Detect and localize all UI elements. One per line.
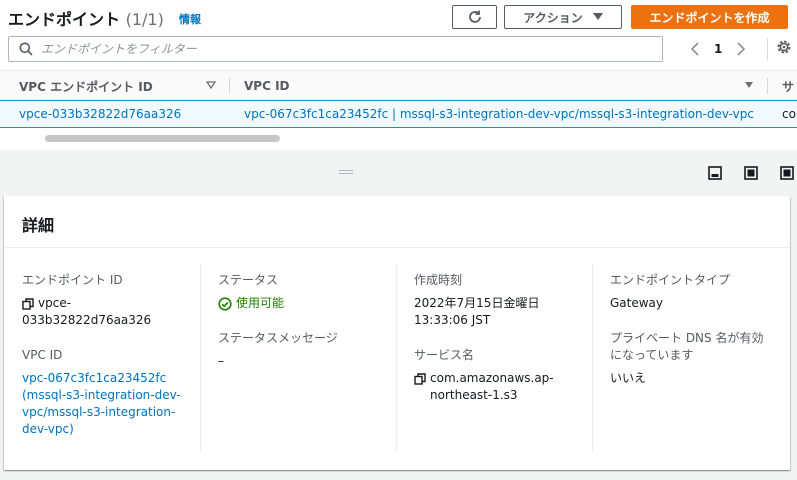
check-circle-icon [218, 296, 232, 311]
details-title: 詳細 [22, 216, 55, 235]
column-divider[interactable] [767, 78, 768, 94]
cell-endpoint-id[interactable]: vpce-033b32822d76aa326 [19, 101, 181, 127]
details-column-3: 作成時刻 2022年7月15日金曜日 13:33:06 JST サービス名 co… [414, 272, 589, 477]
created-time: 13:33:06 JST [414, 313, 491, 327]
selection-count: (1/1) [125, 10, 164, 29]
page-title-text: エンドポイント [8, 10, 121, 29]
vpc-id-line[interactable]: (mssql-s3-integration-dev- [22, 387, 197, 404]
panel-side-icon[interactable] [744, 166, 758, 180]
details-panel: 詳細 エンドポイント ID vpce- 033b32822d76aa326 VP… [4, 196, 790, 470]
cell-service: con [782, 107, 797, 121]
chevron-left-icon[interactable] [690, 42, 700, 56]
endpoint-type-label: エンドポイントタイプ [610, 273, 731, 287]
caret-down-icon [592, 13, 603, 20]
status-label: ステータス [218, 273, 279, 287]
column-header-service[interactable]: サ [782, 71, 794, 101]
private-dns-label-line: になっています [610, 348, 694, 362]
private-dns-label: プライベート DNS 名が有効 になっています [610, 330, 785, 364]
column-divider [592, 264, 593, 452]
sort-caret-icon[interactable] [744, 80, 754, 90]
service-name-label: サービス名 [414, 348, 475, 362]
endpoint-type-value: Gateway [610, 296, 664, 310]
details-header: 詳細 [4, 196, 790, 248]
service-name-line: northeast-1.s3 [430, 388, 518, 402]
created-value: 2022年7月15日金曜日 13:33:06 JST [414, 295, 589, 329]
status-message-label: ステータスメッセージ [218, 331, 338, 345]
private-dns-value: いいえ [610, 371, 647, 385]
column-header-endpoint-id[interactable]: VPC エンドポイント ID [19, 71, 153, 101]
actions-label: アクション [523, 10, 583, 25]
created-label: 作成時刻 [414, 273, 463, 287]
gear-icon[interactable] [775, 38, 793, 56]
panel-full-icon[interactable] [780, 166, 794, 180]
copy-icon[interactable] [22, 298, 34, 310]
endpoints-list-panel: エンドポイント (1/1) 情報 アクション エンドポイントを作成 1 [0, 0, 797, 150]
status-value: 使用可能 [236, 296, 285, 310]
vpc-id-line[interactable]: vpc-067c3fc1ca23452fc [22, 370, 197, 387]
private-dns-label-line: プライベート DNS 名が有効 [610, 331, 764, 345]
column-divider [200, 264, 201, 452]
endpoint-id-label: エンドポイント ID [22, 273, 123, 287]
create-endpoint-button[interactable]: エンドポイントを作成 [631, 5, 788, 29]
sort-caret-icon[interactable] [206, 80, 216, 90]
page-title: エンドポイント (1/1) [8, 6, 164, 30]
column-header-vpc-id[interactable]: VPC ID [244, 71, 290, 101]
refresh-button[interactable] [452, 5, 497, 29]
created-date: 2022年7月15日金曜日 [414, 296, 540, 310]
details-column-4: エンドポイントタイプ Gateway プライベート DNS 名が有効 になってい… [610, 272, 785, 477]
drag-handle-icon[interactable] [339, 170, 353, 176]
endpoint-id-value: vpce- [22, 295, 197, 312]
service-name-value: com.amazonaws.ap- northeast-1.s3 [414, 370, 589, 404]
column-divider[interactable] [229, 78, 230, 94]
actions-dropdown-button[interactable]: アクション [504, 5, 622, 29]
search-icon [19, 42, 33, 56]
chevron-right-icon[interactable] [736, 42, 746, 56]
table-header: VPC エンドポイント ID VPC ID サ [0, 70, 797, 100]
vpc-id-label: VPC ID [22, 348, 63, 362]
endpoint-id-line: 033b32822d76aa326 [22, 313, 152, 327]
copy-icon[interactable] [414, 373, 426, 385]
cell-vpc-id[interactable]: vpc-067c3fc1ca23452fc | mssql-s3-integra… [244, 101, 754, 127]
vpc-id-link[interactable]: vpc-067c3fc1ca23452fc (mssql-s3-integrat… [22, 370, 197, 438]
endpoint-id-line: vpce- [38, 296, 72, 310]
horizontal-scrollbar[interactable] [45, 135, 280, 142]
filter-input[interactable] [41, 42, 641, 56]
details-column-2: ステータス 使用可能 ステータスメッセージ – [218, 272, 393, 477]
info-link[interactable]: 情報 [179, 11, 201, 27]
column-divider [396, 264, 397, 452]
vpc-id-line[interactable]: vpc/mssql-s3-integration- [22, 404, 197, 421]
filter-search-box[interactable] [8, 36, 663, 62]
details-column-1: エンドポイント ID vpce- 033b32822d76aa326 VPC I… [22, 272, 197, 477]
panel-bottom-icon[interactable] [708, 166, 722, 180]
table-row[interactable]: vpce-033b32822d76aa326 vpc-067c3fc1ca234… [0, 100, 797, 128]
service-name-line: com.amazonaws.ap- [430, 371, 554, 385]
status-badge: 使用可能 [218, 295, 393, 312]
vpc-id-line[interactable]: dev-vpc) [22, 421, 197, 438]
status-message-value: – [218, 354, 224, 368]
pagination: 1 [690, 36, 746, 62]
pager-divider [767, 38, 768, 60]
current-page-number[interactable]: 1 [714, 42, 722, 56]
refresh-icon [468, 10, 481, 23]
